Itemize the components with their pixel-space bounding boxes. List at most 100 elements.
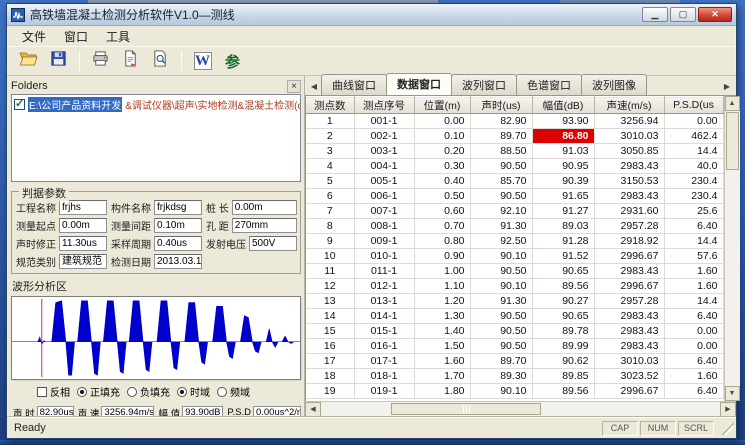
table-cell[interactable]: 005-1 [354, 174, 414, 189]
tree-item[interactable]: E:\公司产品资料开发&调试仪器\超声\实地检测&混凝土检测(cd\p003\p… [14, 97, 298, 112]
table-cell[interactable]: 85.70 [470, 174, 532, 189]
table-cell[interactable]: 3010.03 [594, 354, 664, 369]
table-cell[interactable]: 230.4 [664, 189, 723, 204]
table-cell[interactable]: 90.50 [470, 324, 532, 339]
table-cell[interactable]: 0.50 [414, 189, 470, 204]
vertical-scroll-thumb[interactable] [726, 112, 739, 170]
table-cell[interactable]: 006-1 [354, 189, 414, 204]
scroll-down-icon[interactable]: ▼ [725, 386, 740, 401]
fill-negative-radio[interactable] [127, 387, 137, 397]
table-cell[interactable]: 90.65 [532, 264, 594, 279]
table-cell[interactable]: 6 [306, 189, 354, 204]
table-cell[interactable]: 12 [306, 279, 354, 294]
table-cell[interactable]: 89.70 [470, 354, 532, 369]
table-cell[interactable]: 0.00 [664, 114, 723, 129]
table-cell[interactable]: 89.85 [532, 369, 594, 384]
maximize-button[interactable]: ▢ [670, 7, 696, 22]
table-row[interactable]: 15015-11.4090.5089.782983.430.00 [306, 324, 723, 339]
table-cell[interactable]: 89.56 [532, 279, 594, 294]
table-cell[interactable]: 90.50 [470, 339, 532, 354]
col-header-velocity[interactable]: 声速(m/s) [594, 97, 664, 114]
table-cell[interactable]: 4 [306, 159, 354, 174]
table-cell[interactable]: 90.50 [470, 264, 532, 279]
invert-control[interactable]: 反相 [37, 384, 70, 399]
time-domain-control[interactable]: 时域 [177, 384, 210, 399]
table-cell[interactable]: 009-1 [354, 234, 414, 249]
table-cell[interactable]: 1.60 [664, 369, 723, 384]
param-value[interactable]: frjhs [59, 200, 107, 215]
table-cell[interactable]: 82.90 [470, 114, 532, 129]
table-cell[interactable]: 92.50 [470, 234, 532, 249]
parameters-button[interactable]: 参 [219, 49, 246, 74]
table-cell[interactable]: 462.4 [664, 129, 723, 144]
table-cell[interactable]: 2 [306, 129, 354, 144]
table-cell[interactable]: 0.20 [414, 144, 470, 159]
print-preview-button[interactable] [147, 49, 174, 74]
table-cell[interactable]: 91.65 [532, 189, 594, 204]
tab-scroll-right-icon[interactable]: ▶ [720, 79, 734, 95]
freq-domain-control[interactable]: 频域 [217, 384, 250, 399]
menu-tools[interactable]: 工具 [97, 26, 139, 47]
table-cell[interactable]: 2931.60 [594, 204, 664, 219]
table-cell[interactable]: 0.00 [664, 324, 723, 339]
table-cell[interactable]: 6.40 [664, 309, 723, 324]
table-cell[interactable]: 90.50 [470, 159, 532, 174]
table-cell[interactable]: 0.00 [414, 114, 470, 129]
scroll-up-icon[interactable]: ▲ [725, 96, 740, 111]
table-cell[interactable]: 012-1 [354, 279, 414, 294]
vertical-scrollbar[interactable]: ▲ ▼ [724, 96, 740, 401]
table-cell[interactable]: 8 [306, 219, 354, 234]
table-row[interactable]: 12012-11.1090.1089.562996.671.60 [306, 279, 723, 294]
table-cell[interactable]: 7 [306, 204, 354, 219]
open-button[interactable] [15, 49, 42, 74]
tab-scroll-left-icon[interactable]: ◀ [307, 79, 321, 95]
table-row[interactable]: 7007-10.6092.1091.272931.6025.6 [306, 204, 723, 219]
table-cell[interactable]: 13 [306, 294, 354, 309]
table-row[interactable]: 17017-11.6089.7090.623010.036.40 [306, 354, 723, 369]
table-row[interactable]: 3003-10.2088.5091.033050.8514.4 [306, 144, 723, 159]
table-cell[interactable]: 57.6 [664, 249, 723, 264]
table-row[interactable]: 13013-11.2091.3090.272957.2814.4 [306, 294, 723, 309]
table-cell[interactable]: 011-1 [354, 264, 414, 279]
col-header-psd[interactable]: P.S.D(us [664, 97, 723, 114]
fill-negative-control[interactable]: 负填充 [127, 384, 170, 399]
table-cell[interactable]: 86.80 [532, 129, 594, 144]
table-cell[interactable]: 2983.43 [594, 159, 664, 174]
table-cell[interactable]: 3050.85 [594, 144, 664, 159]
table-cell[interactable]: 5 [306, 174, 354, 189]
table-cell[interactable]: 16 [306, 339, 354, 354]
table-row[interactable]: 5005-10.4085.7090.393150.53230.4 [306, 174, 723, 189]
menu-window[interactable]: 窗口 [55, 26, 97, 47]
table-cell[interactable]: 1.20 [414, 294, 470, 309]
param-value[interactable]: frjkdsg [154, 200, 202, 215]
table-row[interactable]: 1001-10.0082.9093.903256.940.00 [306, 114, 723, 129]
table-cell[interactable]: 92.10 [470, 204, 532, 219]
table-row[interactable]: 8008-10.7091.3089.032957.286.40 [306, 219, 723, 234]
table-cell[interactable]: 2918.92 [594, 234, 664, 249]
table-cell[interactable]: 10 [306, 249, 354, 264]
folder-tree[interactable]: E:\公司产品资料开发&调试仪器\超声\实地检测&混凝土检测(cd\p003\p… [11, 94, 301, 182]
table-cell[interactable]: 14.4 [664, 144, 723, 159]
table-cell[interactable]: 15 [306, 324, 354, 339]
param-value[interactable]: 270mm [232, 218, 297, 233]
table-cell[interactable]: 0.70 [414, 219, 470, 234]
col-header-point-count[interactable]: 测点数 [306, 97, 354, 114]
resize-grip[interactable] [720, 421, 734, 435]
param-value[interactable]: 500V [249, 236, 297, 251]
table-cell[interactable]: 6.40 [664, 384, 723, 399]
table-cell[interactable]: 2957.28 [594, 294, 664, 309]
table-row[interactable]: 16016-11.5090.5089.992983.430.00 [306, 339, 723, 354]
table-cell[interactable]: 004-1 [354, 159, 414, 174]
col-header-position[interactable]: 位置(m) [414, 97, 470, 114]
table-cell[interactable]: 17 [306, 354, 354, 369]
horizontal-scroll-thumb[interactable] [391, 403, 541, 415]
param-value[interactable]: 11.30us [59, 236, 107, 251]
table-cell[interactable]: 89.03 [532, 219, 594, 234]
table-cell[interactable]: 3150.53 [594, 174, 664, 189]
table-cell[interactable]: 0.30 [414, 159, 470, 174]
close-button[interactable]: ✕ [698, 7, 732, 22]
table-cell[interactable]: 1.50 [414, 339, 470, 354]
table-cell[interactable]: 2983.43 [594, 309, 664, 324]
save-button[interactable] [45, 49, 72, 74]
panel-close-icon[interactable]: × [287, 80, 301, 93]
